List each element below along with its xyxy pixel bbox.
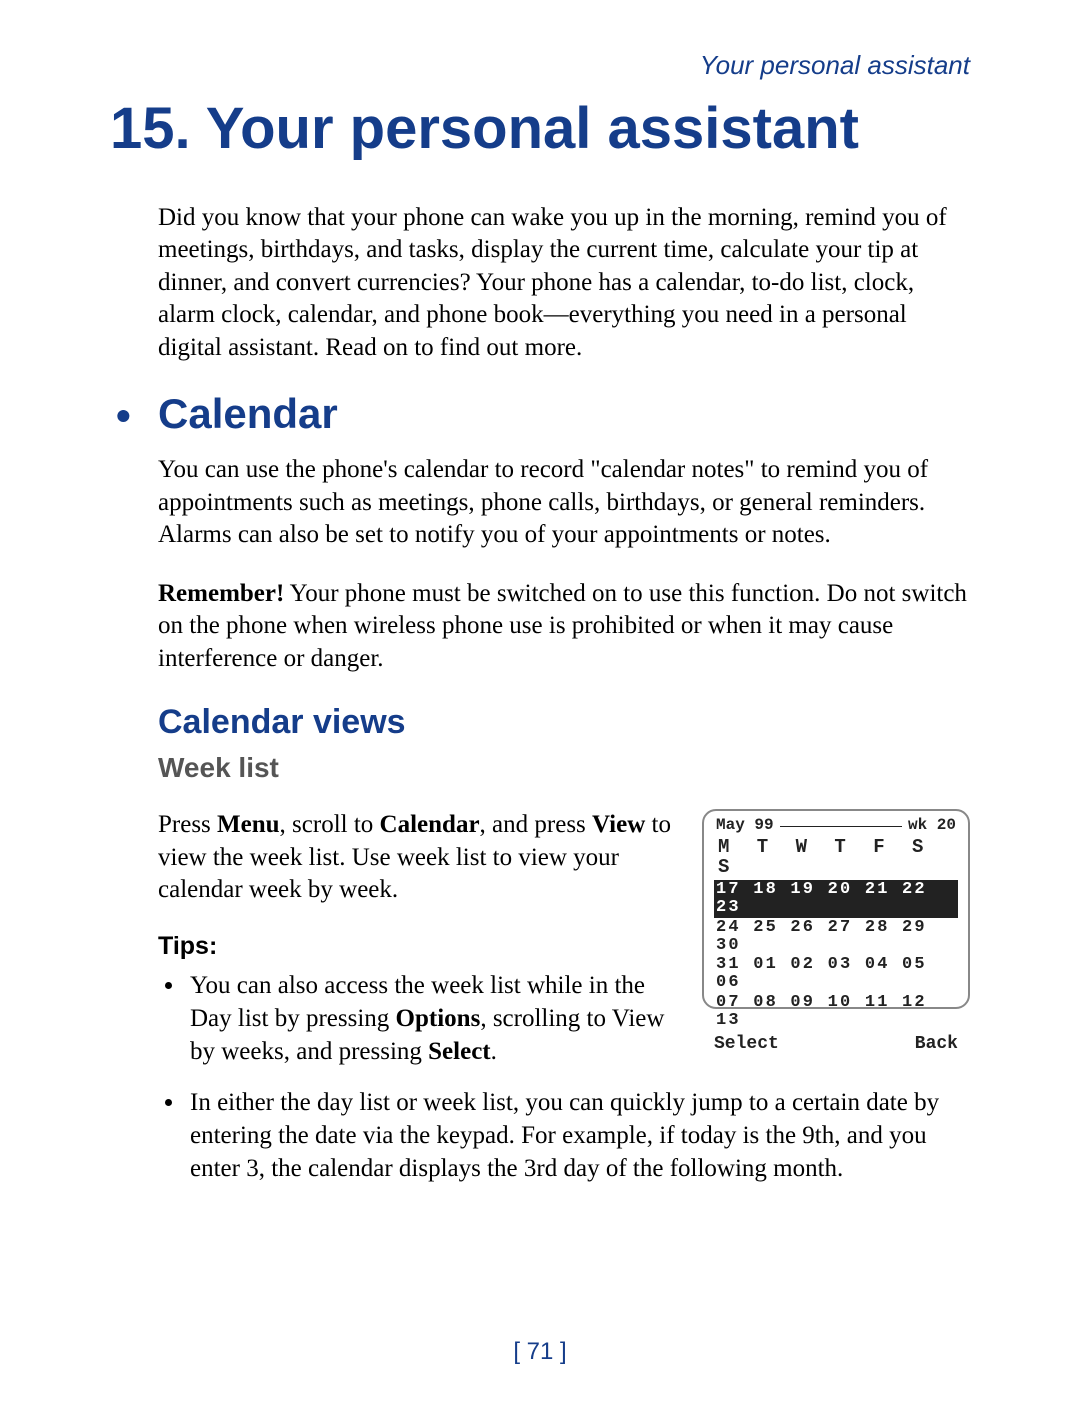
page-number: [ 71 ] xyxy=(0,1338,1080,1366)
document-page: Your personal assistant 15. Your persona… xyxy=(0,0,1080,1412)
calendar-heading: • Calendar xyxy=(110,390,970,438)
calendar-heading-text: Calendar xyxy=(158,390,338,437)
bold-view: View xyxy=(592,811,645,838)
chapter-title: 15. Your personal assistant xyxy=(110,99,970,160)
txt: . xyxy=(491,1038,497,1065)
bold-calendar: Calendar xyxy=(380,811,480,838)
txt: In either the day list or week list, you… xyxy=(190,1089,939,1182)
calendar-views-heading: Calendar views xyxy=(110,703,970,742)
phone-month: May 99 xyxy=(716,817,774,834)
calendar-paragraph: You can use the phone's calendar to reco… xyxy=(110,454,970,552)
chapter-name: Your personal assistant xyxy=(206,96,859,161)
intro-paragraph: Did you know that your phone can wake yo… xyxy=(110,202,970,365)
bullet-icon: • xyxy=(116,392,131,440)
week-list-block: May 99 wk 20 M T W T F S S 17 18 19 20 2… xyxy=(110,809,970,1203)
remember-label: Remember! xyxy=(158,580,284,607)
bold-menu: Menu xyxy=(217,811,280,838)
bold-select: Select xyxy=(428,1038,490,1065)
phone-right-softkey: Back xyxy=(915,1035,958,1054)
phone-row-3: 07 08 09 10 11 12 13 xyxy=(714,993,958,1031)
phone-screenshot: May 99 wk 20 M T W T F S S 17 18 19 20 2… xyxy=(702,809,970,1009)
phone-row-1: 24 25 26 27 28 29 30 xyxy=(714,918,958,956)
phone-row-2: 31 01 02 03 04 05 06 xyxy=(714,955,958,993)
tip-item: In either the day list or week list, you… xyxy=(186,1086,970,1185)
txt: , scroll to xyxy=(280,811,380,838)
phone-left-softkey: Select xyxy=(714,1035,779,1054)
remember-block: Remember! Your phone must be switched on… xyxy=(110,578,970,676)
week-list-heading: Week list xyxy=(110,752,970,784)
phone-week-label: wk 20 xyxy=(908,817,956,834)
phone-day-letters: M T W T F S S xyxy=(714,834,958,880)
phone-divider xyxy=(780,826,902,827)
running-header: Your personal assistant xyxy=(110,50,970,81)
txt: Press xyxy=(158,811,217,838)
phone-row-0: 17 18 19 20 21 22 23 xyxy=(714,880,958,918)
chapter-number: 15. xyxy=(110,96,191,161)
bold-options: Options xyxy=(396,1005,481,1032)
txt: , and press xyxy=(480,811,592,838)
